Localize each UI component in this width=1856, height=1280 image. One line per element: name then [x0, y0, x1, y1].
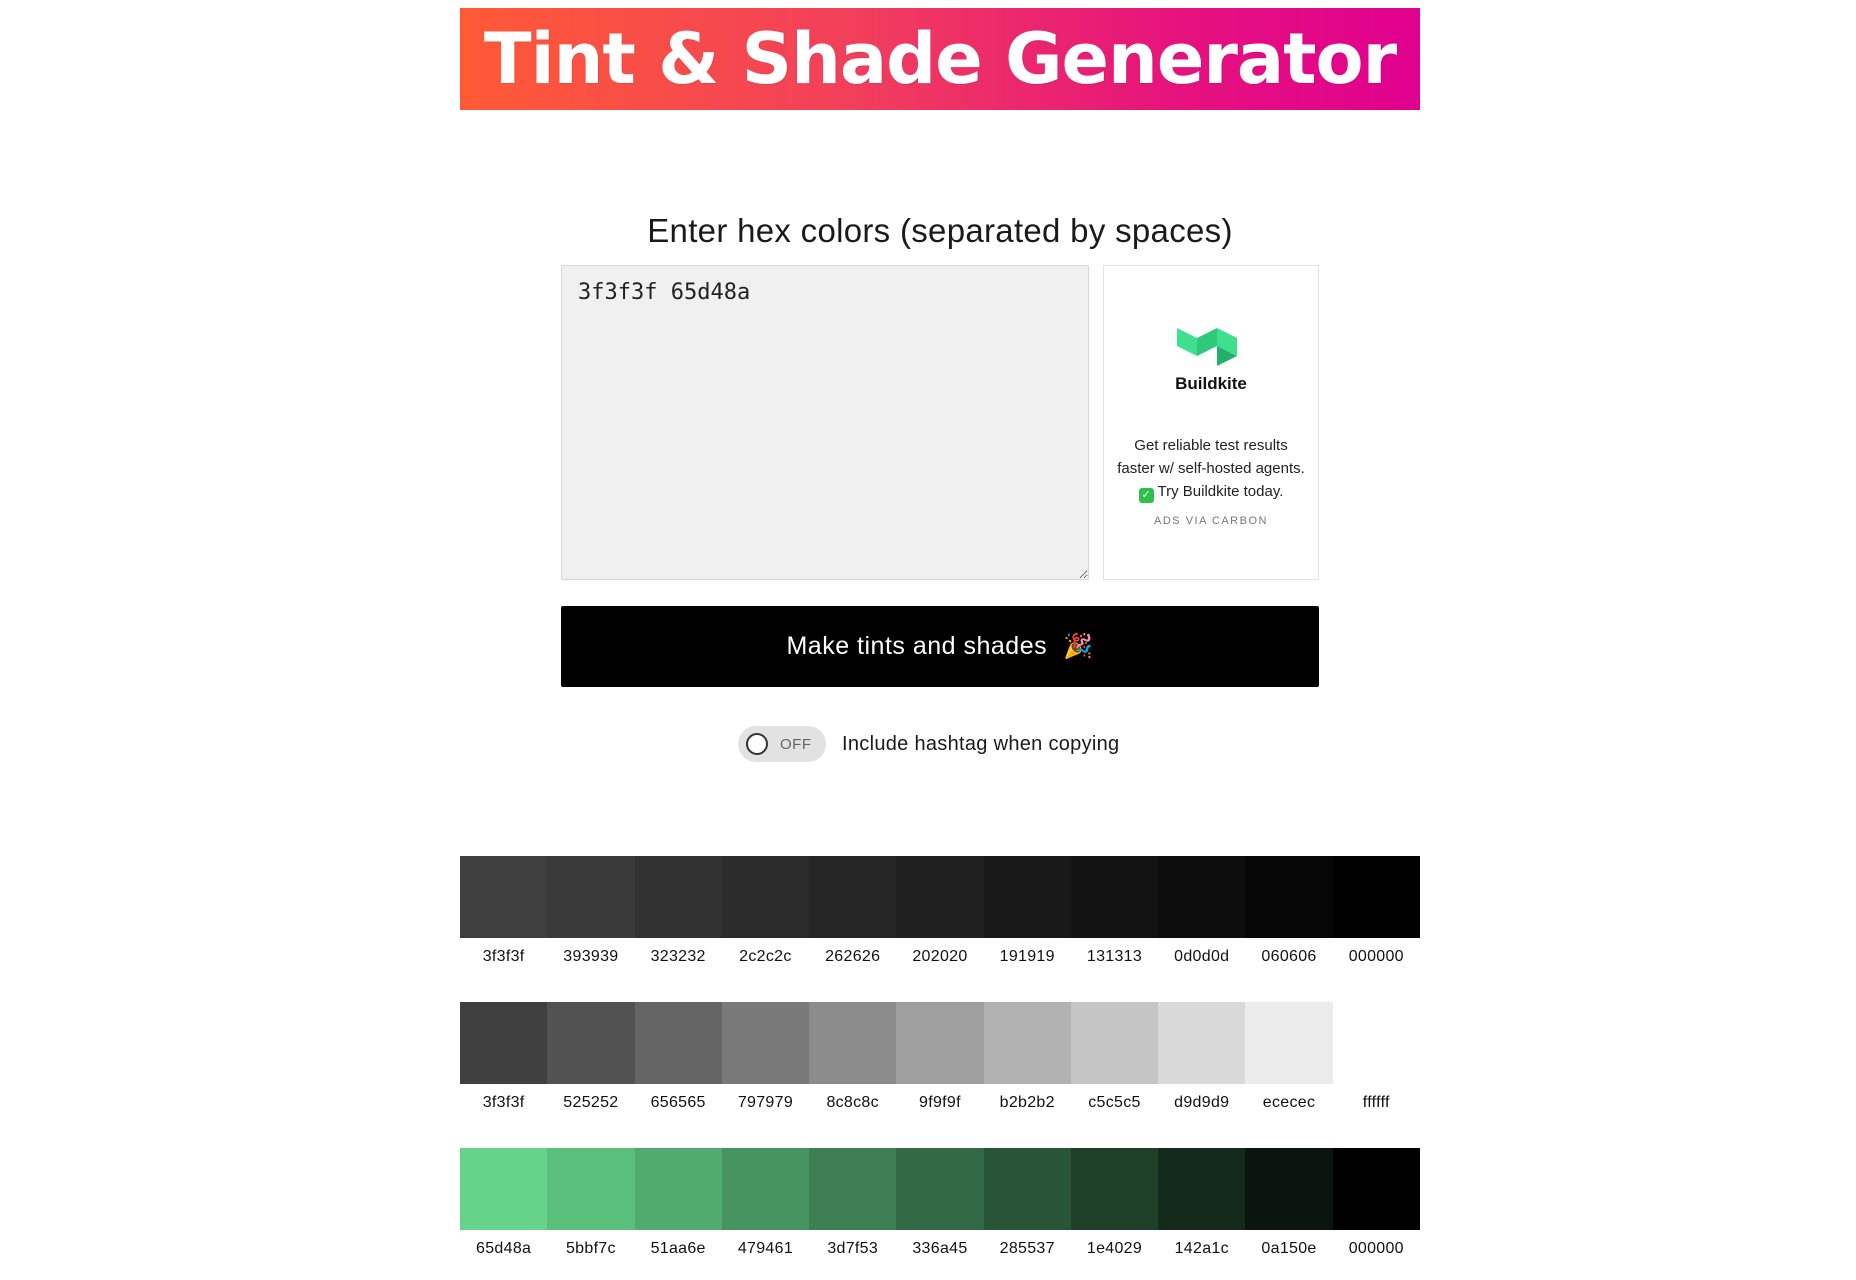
color-swatch[interactable]: [1245, 1002, 1333, 1084]
hex-code-label[interactable]: 3d7f53: [809, 1240, 896, 1258]
buildkite-logo-icon: [1177, 328, 1237, 366]
palette-swatches: [460, 1148, 1420, 1230]
hex-code-label[interactable]: c5c5c5: [1071, 1094, 1158, 1112]
party-popper-icon: 🎉: [1063, 633, 1094, 660]
hex-code-label[interactable]: 3f3f3f: [460, 948, 547, 966]
color-swatch[interactable]: [983, 856, 1071, 938]
color-swatch[interactable]: [460, 856, 548, 938]
toggle-state: OFF: [780, 735, 812, 753]
hex-code-label[interactable]: 202020: [896, 948, 983, 966]
color-swatch[interactable]: [896, 1002, 984, 1084]
checkmark-icon: ✓: [1138, 488, 1154, 503]
hex-code-label[interactable]: 0d0d0d: [1158, 948, 1245, 966]
hex-code-label[interactable]: 393939: [547, 948, 634, 966]
color-swatch[interactable]: [634, 856, 722, 938]
palette-swatches: [460, 1002, 1420, 1084]
hex-code-label[interactable]: 131313: [1071, 948, 1158, 966]
hashtag-toggle-label: Include hashtag when copying: [842, 732, 1120, 755]
color-swatch[interactable]: [1158, 1148, 1246, 1230]
hashtag-toggle[interactable]: OFF: [738, 726, 826, 762]
color-swatch[interactable]: [721, 1148, 810, 1230]
color-swatch[interactable]: [1332, 1148, 1420, 1230]
hex-code-label[interactable]: 5bbf7c: [547, 1240, 634, 1258]
palette-labels: 3f3f3f 393939 323232 2c2c2c 262626 202020 1919…: [460, 948, 1420, 966]
hex-code-label[interactable]: 51aa6e: [635, 1240, 722, 1258]
color-swatch[interactable]: [896, 856, 984, 938]
hex-code-label[interactable]: 525252: [547, 1094, 634, 1112]
hex-code-label[interactable]: 2c2c2c: [722, 948, 809, 966]
hex-code-label[interactable]: 285537: [984, 1240, 1071, 1258]
hex-code-label[interactable]: 142a1c: [1158, 1240, 1245, 1258]
hex-code-label[interactable]: 323232: [635, 948, 722, 966]
hex-code-label[interactable]: 9f9f9f: [896, 1094, 983, 1112]
color-swatch[interactable]: [460, 1002, 548, 1084]
hex-code-label[interactable]: 3f3f3f: [460, 1094, 547, 1112]
color-swatch[interactable]: [547, 1148, 635, 1230]
hashtag-toggle-row: OFF Include hashtag when copying: [738, 726, 1119, 762]
header-banner: Tint & Shade Generator: [460, 8, 1420, 110]
palette-swatches: [460, 856, 1420, 938]
toggle-knob: [746, 733, 768, 755]
hex-code-label[interactable]: 656565: [635, 1094, 722, 1112]
hex-code-label[interactable]: 65d48a: [460, 1240, 547, 1258]
color-swatch[interactable]: [1070, 1148, 1159, 1230]
hex-code-label[interactable]: 336a45: [896, 1240, 983, 1258]
color-swatch[interactable]: [809, 1002, 897, 1084]
palette-row: 3f3f3f 525252 656565 797979 8c8c8c 9f9f9f b2b2…: [460, 1002, 1420, 1112]
hex-code-label[interactable]: 262626: [809, 948, 896, 966]
color-swatch[interactable]: [809, 856, 897, 938]
color-swatch[interactable]: [1158, 1002, 1246, 1084]
color-swatch[interactable]: [1070, 1002, 1159, 1084]
hex-code-label[interactable]: 1e4029: [1071, 1240, 1158, 1258]
palette-row: 3f3f3f 393939 323232 2c2c2c 262626 202020 1919…: [460, 856, 1420, 966]
color-swatch[interactable]: [1245, 856, 1333, 938]
color-swatch[interactable]: [1332, 856, 1420, 938]
color-swatch[interactable]: [634, 1148, 722, 1230]
ad-copy-cta: Try Buildkite today.: [1157, 483, 1284, 500]
ads-via-carbon-link[interactable]: ADS VIA CARBON: [1154, 515, 1268, 527]
hex-code-label[interactable]: ececec: [1245, 1094, 1332, 1112]
hex-code-label[interactable]: 0a150e: [1245, 1240, 1332, 1258]
color-swatch[interactable]: [460, 1148, 548, 1230]
color-swatch[interactable]: [1245, 1148, 1333, 1230]
hex-code-label[interactable]: b2b2b2: [984, 1094, 1071, 1112]
hex-code-label[interactable]: d9d9d9: [1158, 1094, 1245, 1112]
color-swatch[interactable]: [634, 1002, 722, 1084]
color-swatch[interactable]: [1332, 1002, 1420, 1084]
palette-labels: 65d48a 5bbf7c 51aa6e 479461 3d7f53 336a45 2855…: [460, 1240, 1420, 1258]
hex-code-label[interactable]: 797979: [722, 1094, 809, 1112]
hex-code-label[interactable]: 000000: [1333, 948, 1420, 966]
make-tints-button[interactable]: Make tints and shades 🎉: [561, 606, 1319, 687]
hex-code-label[interactable]: ffffff: [1333, 1094, 1420, 1112]
color-swatch[interactable]: [896, 1148, 984, 1230]
page-title: Tint & Shade Generator: [483, 18, 1397, 100]
ad-brand-name: Buildkite: [1175, 374, 1247, 393]
hex-code-label[interactable]: 191919: [984, 948, 1071, 966]
hex-code-label[interactable]: 8c8c8c: [809, 1094, 896, 1112]
color-swatch[interactable]: [983, 1148, 1071, 1230]
color-swatch[interactable]: [721, 1002, 810, 1084]
palette-row: 65d48a 5bbf7c 51aa6e 479461 3d7f53 336a45 2855…: [460, 1148, 1420, 1258]
hex-colors-input[interactable]: [561, 265, 1089, 580]
input-prompt: Enter hex colors (separated by spaces): [647, 212, 1233, 249]
color-swatch[interactable]: [1070, 856, 1159, 938]
color-swatch[interactable]: [1158, 856, 1246, 938]
color-swatch[interactable]: [547, 856, 635, 938]
color-swatch[interactable]: [809, 1148, 897, 1230]
make-tints-button-label: Make tints and shades: [786, 632, 1048, 660]
color-swatch[interactable]: [721, 856, 810, 938]
carbon-ad[interactable]: Buildkite Get reliable test results fast…: [1103, 265, 1319, 580]
hex-code-label[interactable]: 060606: [1245, 948, 1332, 966]
color-swatch[interactable]: [547, 1002, 635, 1084]
hex-code-label[interactable]: 000000: [1333, 1240, 1420, 1258]
hex-code-label[interactable]: 479461: [722, 1240, 809, 1258]
ad-copy[interactable]: Get reliable test results faster w/ self…: [1116, 434, 1306, 503]
ad-copy-text: Get reliable test results faster w/ self…: [1117, 437, 1305, 477]
color-swatch[interactable]: [983, 1002, 1071, 1084]
palette-labels: 3f3f3f 525252 656565 797979 8c8c8c 9f9f9f b2b2…: [460, 1094, 1420, 1112]
